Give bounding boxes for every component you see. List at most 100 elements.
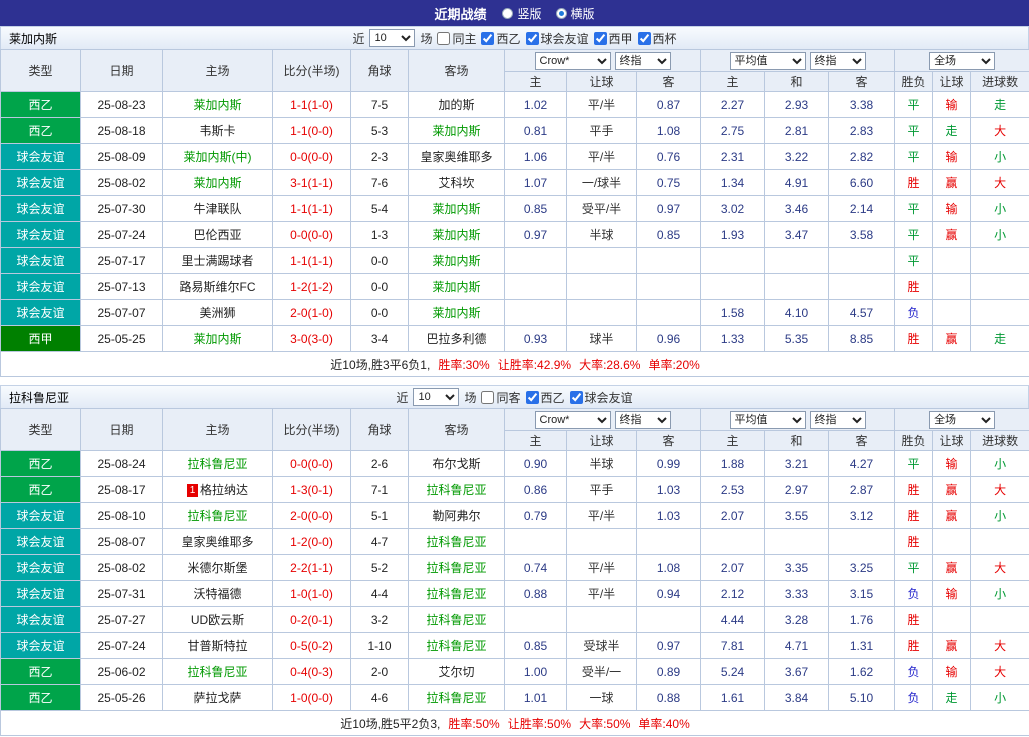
corners-cell: 1-10 xyxy=(351,633,409,659)
match-count-select[interactable]: 10 xyxy=(413,388,459,406)
league-cell: 西乙 xyxy=(1,92,81,118)
away-team-name: 拉科鲁尼亚 xyxy=(426,535,486,549)
home-team-cell: 拉科鲁尼亚 xyxy=(163,659,273,685)
result-outcome: 负 xyxy=(895,300,933,326)
subcol-header: 让球 xyxy=(567,431,637,451)
league-cell: 球会友谊 xyxy=(1,144,81,170)
result-goals: 大 xyxy=(971,118,1029,144)
col-header-home: 主场 xyxy=(163,409,273,451)
same-venue-filter[interactable]: 同主 xyxy=(437,30,476,47)
score-cell: 3-1(1-1) xyxy=(273,170,351,196)
sections-container: 莱加内斯近10场同主西乙球会友谊西甲西杯类型日期主场比分(半场)角球客场Crow… xyxy=(0,26,1029,736)
league-cell: 西乙 xyxy=(1,118,81,144)
handicap-line: 受平/半 xyxy=(567,196,637,222)
league-filter[interactable]: 球会友谊 xyxy=(570,389,633,406)
avg-home-odds xyxy=(701,529,765,555)
summary-stat: 大率:28.6% xyxy=(579,358,640,372)
odds-stage-select[interactable]: 终指 xyxy=(615,52,671,70)
away-team-cell: 莱加内斯 xyxy=(409,118,505,144)
subcol-header: 让球 xyxy=(933,431,971,451)
league-filter[interactable]: 西甲 xyxy=(594,30,633,47)
league-checkbox[interactable] xyxy=(570,391,583,404)
away-team-name: 莱加内斯 xyxy=(432,228,480,242)
league-checkbox[interactable] xyxy=(526,391,539,404)
odds-stage-select[interactable]: 终指 xyxy=(615,411,671,429)
result-handicap xyxy=(933,274,971,300)
league-cell: 球会友谊 xyxy=(1,581,81,607)
average-select[interactable]: 平均值 xyxy=(730,52,806,70)
summary-stat: 单率:40% xyxy=(638,717,689,731)
average-stage-select[interactable]: 终指 xyxy=(810,411,866,429)
home-team-cell: 莱加内斯 xyxy=(163,326,273,352)
away-team-name: 勒阿弗尔 xyxy=(432,509,480,523)
result-goals xyxy=(971,300,1029,326)
corners-cell: 0-0 xyxy=(351,248,409,274)
col-header-date: 日期 xyxy=(81,409,163,451)
away-team-cell: 莱加内斯 xyxy=(409,248,505,274)
result-handicap: 输 xyxy=(933,196,971,222)
home-team-cell: 莱加内斯 xyxy=(163,170,273,196)
away-team-name: 拉科鲁尼亚 xyxy=(426,691,486,705)
league-label: 球会友谊 xyxy=(541,30,589,47)
same-venue-filter[interactable]: 同客 xyxy=(481,389,520,406)
away-team-name: 艾尔切 xyxy=(438,665,474,679)
home-team-name: 里士满踢球者 xyxy=(181,254,253,268)
avg-draw-odds xyxy=(765,274,829,300)
score-cell: 1-2(0-0) xyxy=(273,529,351,555)
league-checkbox[interactable] xyxy=(526,32,539,45)
scope-select[interactable]: 全场 xyxy=(929,52,995,70)
subcol-header: 让球 xyxy=(933,72,971,92)
league-checkbox[interactable] xyxy=(594,32,607,45)
league-checkbox[interactable] xyxy=(481,32,494,45)
avg-away-odds: 3.38 xyxy=(829,92,895,118)
match-count-select[interactable]: 10 xyxy=(369,29,415,47)
league-filter[interactable]: 西杯 xyxy=(638,30,677,47)
handicap-home-odds: 1.00 xyxy=(505,659,567,685)
handicap-away-odds: 1.03 xyxy=(637,477,701,503)
date-cell: 25-08-09 xyxy=(81,144,163,170)
col-header-corner: 角球 xyxy=(351,50,409,92)
handicap-line: 一球 xyxy=(567,685,637,711)
away-team-cell: 拉科鲁尼亚 xyxy=(409,529,505,555)
match-row: 西甲25-05-25莱加内斯3-0(3-0)3-4巴拉多利德0.93球半0.96… xyxy=(1,326,1029,352)
home-team-cell: 萨拉戈萨 xyxy=(163,685,273,711)
avg-home-odds: 2.07 xyxy=(701,503,765,529)
handicap-line xyxy=(567,529,637,555)
match-row: 西乙25-08-23莱加内斯1-1(1-0)7-5加的斯1.02平/半0.872… xyxy=(1,92,1029,118)
result-outcome: 平 xyxy=(895,248,933,274)
average-select[interactable]: 平均值 xyxy=(730,411,806,429)
avg-away-odds: 1.62 xyxy=(829,659,895,685)
view-radio-horizontal[interactable]: 横版 xyxy=(556,5,595,22)
avg-away-odds: 2.87 xyxy=(829,477,895,503)
avg-away-odds xyxy=(829,529,895,555)
avg-away-odds: 3.25 xyxy=(829,555,895,581)
avg-away-odds: 4.57 xyxy=(829,300,895,326)
same-venue-checkbox[interactable] xyxy=(437,32,450,45)
scope-select[interactable]: 全场 xyxy=(929,411,995,429)
same-venue-checkbox[interactable] xyxy=(481,391,494,404)
league-filter[interactable]: 西乙 xyxy=(526,389,565,406)
home-team-name: 拉科鲁尼亚 xyxy=(187,665,247,679)
handicap-line xyxy=(567,300,637,326)
corners-cell: 5-2 xyxy=(351,555,409,581)
handicap-home-odds xyxy=(505,529,567,555)
home-team-cell: 拉科鲁尼亚 xyxy=(163,503,273,529)
match-row: 球会友谊25-07-24巴伦西亚0-0(0-0)1-3莱加内斯0.97半球0.8… xyxy=(1,222,1029,248)
home-team-name: 莱加内斯 xyxy=(193,332,241,346)
view-radio-vertical[interactable]: 竖版 xyxy=(502,5,541,22)
bookmaker-select[interactable]: Crow* xyxy=(535,411,611,429)
match-row: 球会友谊25-08-07皇家奥维耶多1-2(0-0)4-7拉科鲁尼亚胜 xyxy=(1,529,1029,555)
col-header-date: 日期 xyxy=(81,50,163,92)
average-stage-select[interactable]: 终指 xyxy=(810,52,866,70)
league-filter[interactable]: 西乙 xyxy=(481,30,520,47)
summary-stat: 单率:20% xyxy=(648,358,699,372)
score-cell: 0-0(0-0) xyxy=(273,451,351,477)
league-checkbox[interactable] xyxy=(638,32,651,45)
subcol-header: 和 xyxy=(765,431,829,451)
avg-home-odds: 1.33 xyxy=(701,326,765,352)
bookmaker-select[interactable]: Crow* xyxy=(535,52,611,70)
avg-draw-odds: 2.93 xyxy=(765,92,829,118)
away-team-cell: 艾科坎 xyxy=(409,170,505,196)
league-filter[interactable]: 球会友谊 xyxy=(526,30,589,47)
away-team-cell: 加的斯 xyxy=(409,92,505,118)
